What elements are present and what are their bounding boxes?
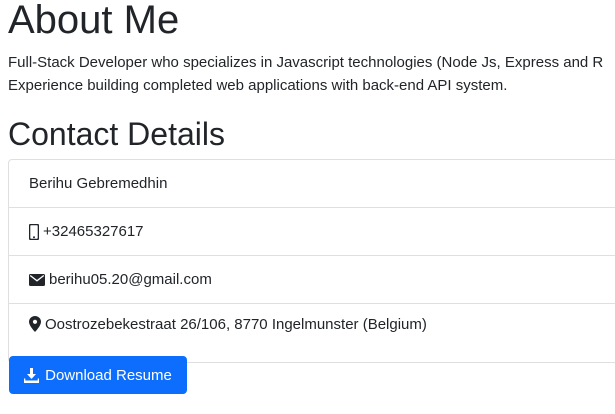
- download-resume-button[interactable]: Download Resume: [9, 356, 187, 394]
- contact-heading: Contact Details: [8, 116, 225, 152]
- about-text: Full-Stack Developer who specializes in …: [8, 51, 603, 97]
- contact-phone: +32465327617: [43, 223, 144, 240]
- contact-list: Berihu Gebremedhin +32465327617 berihu05…: [8, 159, 615, 363]
- download-icon: [24, 367, 40, 383]
- contact-item-address: Oostrozebekestraat 26/106, 8770 Ingelmun…: [9, 304, 615, 362]
- about-heading: About Me: [8, 0, 180, 42]
- mobile-phone-icon: [29, 223, 39, 240]
- contact-item-phone: +32465327617: [9, 208, 615, 256]
- about-text-line1: Full-Stack Developer who specializes in …: [8, 54, 604, 71]
- contact-email: berihu05.20@gmail.com: [49, 271, 212, 288]
- download-resume-label: Download Resume: [45, 366, 172, 384]
- contact-item-email: berihu05.20@gmail.com: [9, 256, 615, 304]
- contact-address: Oostrozebekestraat 26/106, 8770 Ingelmun…: [45, 316, 427, 333]
- contact-name: Berihu Gebremedhin: [29, 175, 168, 192]
- contact-item-name: Berihu Gebremedhin: [9, 160, 615, 208]
- map-marker-icon: [29, 316, 41, 332]
- about-text-line2: Experience building completed web applic…: [8, 77, 508, 94]
- envelope-icon: [29, 273, 45, 286]
